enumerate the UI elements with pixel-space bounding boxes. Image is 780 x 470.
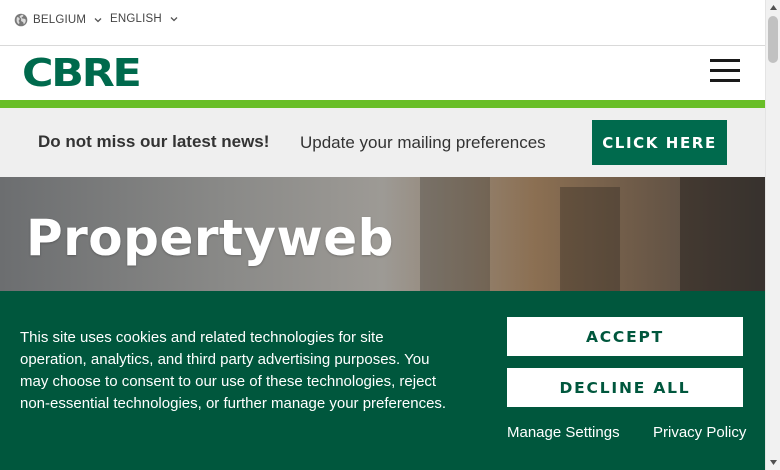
newsletter-headline: Do not miss our latest news! [38,132,270,151]
cookie-consent-banner: This site uses cookies and related techn… [0,291,765,470]
newsletter-bar: Do not miss our latest news! Update your… [0,108,765,177]
country-label: BELGIUM [33,14,87,26]
manage-settings-link[interactable]: Manage Settings [507,424,620,441]
page: BELGIUM ENGLISH CBRE Do not miss our lat… [0,0,765,470]
cookie-message: This site uses cookies and related techn… [20,329,447,412]
arrow-up-icon [770,5,777,10]
scroll-down-button[interactable] [766,455,780,470]
cbre-logo[interactable]: CBRE [22,54,142,92]
decline-all-button[interactable]: DECLINE ALL [507,368,743,407]
hamburger-menu-icon [710,59,740,62]
hamburger-menu-button[interactable] [706,57,744,87]
arrow-down-icon [770,460,777,465]
hero-building [560,187,620,297]
privacy-policy-link[interactable]: Privacy Policy [653,424,746,441]
hero-banner: Propertyweb [0,177,765,297]
menu-bar [710,69,740,72]
utility-bar: BELGIUM ENGLISH [0,0,765,46]
hero-building [420,177,490,297]
vertical-scrollbar[interactable] [765,0,780,470]
scroll-up-button[interactable] [766,0,780,15]
page-title: Propertyweb [26,209,394,267]
scroll-thumb[interactable] [768,16,778,63]
language-selector[interactable]: ENGLISH [110,13,178,25]
chevron-down-icon [170,17,178,22]
language-label: ENGLISH [110,13,162,25]
site-header: CBRE [0,47,765,100]
newsletter-text: Update your mailing preferences [300,133,546,152]
menu-bar [710,79,740,82]
accent-divider [0,100,765,108]
country-selector[interactable]: BELGIUM [14,13,102,27]
hero-building [680,177,765,297]
click-here-button[interactable]: CLICK HERE [592,120,727,165]
accept-button[interactable]: ACCEPT [507,317,743,356]
globe-icon [14,13,28,27]
chevron-down-icon [94,18,102,23]
